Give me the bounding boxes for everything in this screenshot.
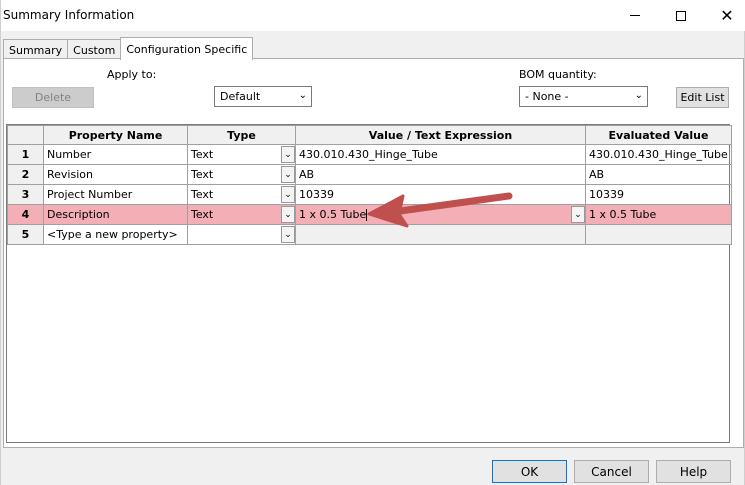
row-number[interactable]: 5 (7, 224, 44, 245)
type-header[interactable]: Type (187, 125, 296, 145)
type-cell[interactable]: Text ⌄ (187, 204, 296, 225)
minimize-icon (630, 15, 640, 16)
value-cell[interactable]: 430.010.430_Hinge_Tube (295, 144, 586, 165)
apply-to-value: Default (220, 90, 261, 103)
value-text: 1 x 0.5 Tube (299, 208, 367, 221)
table-row: 3 Project Number Text ⌄ 10339 10339 (7, 184, 732, 205)
close-button[interactable]: ✕ (704, 0, 745, 31)
bom-quantity-value: - None - (525, 90, 569, 103)
tab-configuration-specific[interactable]: Configuration Specific (120, 37, 254, 60)
type-value: Text (191, 188, 214, 201)
apply-to-label: Apply to: (107, 68, 157, 81)
row-number[interactable]: 3 (7, 184, 44, 205)
property-name-cell[interactable]: <Type a new property> (43, 224, 188, 245)
table-row-selected: 4 Description Text ⌄ 1 x 0.5 Tube ⌄ 1 x 0.… (7, 204, 732, 225)
maximize-button[interactable] (658, 0, 704, 31)
window-title: Summary Information (3, 8, 135, 22)
property-name-cell[interactable]: Number (43, 144, 188, 165)
property-name-cell[interactable]: Revision (43, 164, 188, 185)
value-cell-editing[interactable]: 1 x 0.5 Tube ⌄ (295, 204, 586, 225)
property-name-cell[interactable]: Project Number (43, 184, 188, 205)
help-button[interactable]: Help (656, 460, 731, 483)
evaluated-value-cell: 10339 (585, 184, 732, 205)
property-name-header[interactable]: Property Name (43, 125, 188, 145)
chevron-down-icon[interactable]: ⌄ (281, 166, 295, 183)
property-table: Property Name Type Value / Text Expressi… (7, 125, 732, 245)
evaluated-value-cell: 430.010.430_Hinge_Tube (585, 144, 732, 165)
row-number[interactable]: 4 (7, 204, 44, 225)
table-header-row: Property Name Type Value / Text Expressi… (7, 125, 732, 145)
delete-button[interactable]: Delete (12, 87, 94, 108)
table-row-new: 5 <Type a new property> ⌄ (7, 224, 732, 245)
edit-list-button[interactable]: Edit List (676, 87, 729, 108)
evaluated-value-cell: AB (585, 164, 732, 185)
property-name-cell[interactable]: Description (43, 204, 188, 225)
type-cell[interactable]: Text ⌄ (187, 164, 296, 185)
text-caret (366, 209, 368, 221)
bom-quantity-dropdown[interactable]: - None - ⌄ (519, 86, 648, 107)
maximize-icon (676, 10, 686, 21)
chevron-down-icon[interactable]: ⌄ (571, 206, 585, 223)
minimize-button[interactable] (612, 0, 658, 31)
chevron-down-icon[interactable]: ⌄ (281, 146, 295, 163)
value-cell[interactable]: 10339 (295, 184, 586, 205)
evaluated-value-header[interactable]: Evaluated Value (585, 125, 732, 145)
cancel-button[interactable]: Cancel (574, 460, 649, 483)
chevron-down-icon: ⌄ (298, 90, 307, 101)
tab-custom[interactable]: Custom (67, 39, 122, 60)
chevron-down-icon[interactable]: ⌄ (281, 206, 295, 223)
chevron-down-icon[interactable]: ⌄ (281, 186, 295, 203)
row-number-header (7, 125, 44, 145)
summary-information-dialog: Summary Information ✕ Summary Custom Con… (0, 0, 745, 485)
value-cell[interactable]: AB (295, 164, 586, 185)
row-number[interactable]: 2 (7, 164, 44, 185)
value-expression-header[interactable]: Value / Text Expression (295, 125, 586, 145)
chevron-down-icon: ⌄ (634, 90, 643, 101)
close-icon: ✕ (720, 5, 734, 25)
type-value: Text (191, 168, 214, 181)
value-cell[interactable] (295, 224, 586, 245)
evaluated-value-cell (585, 224, 732, 245)
bom-quantity-label: BOM quantity: (519, 68, 597, 81)
evaluated-value-cell: 1 x 0.5 Tube (585, 204, 732, 225)
property-grid: Property Name Type Value / Text Expressi… (6, 124, 732, 443)
type-cell[interactable]: Text ⌄ (187, 144, 296, 165)
table-row: 1 Number Text ⌄ 430.010.430_Hinge_Tube 43… (7, 144, 732, 165)
type-cell[interactable]: Text ⌄ (187, 184, 296, 205)
type-value: Text (191, 148, 214, 161)
table-row: 2 Revision Text ⌄ AB AB (7, 164, 732, 185)
title-bar: Summary Information ✕ (1, 0, 745, 31)
chevron-down-icon[interactable]: ⌄ (281, 226, 295, 243)
ok-button[interactable]: OK (492, 460, 567, 483)
tab-summary[interactable]: Summary (3, 39, 69, 60)
apply-to-dropdown[interactable]: Default ⌄ (214, 86, 312, 107)
row-number[interactable]: 1 (7, 144, 44, 165)
type-cell[interactable]: ⌄ (187, 224, 296, 245)
tab-strip: Summary Custom Configuration Specific (3, 37, 254, 60)
type-value: Text (191, 208, 214, 221)
